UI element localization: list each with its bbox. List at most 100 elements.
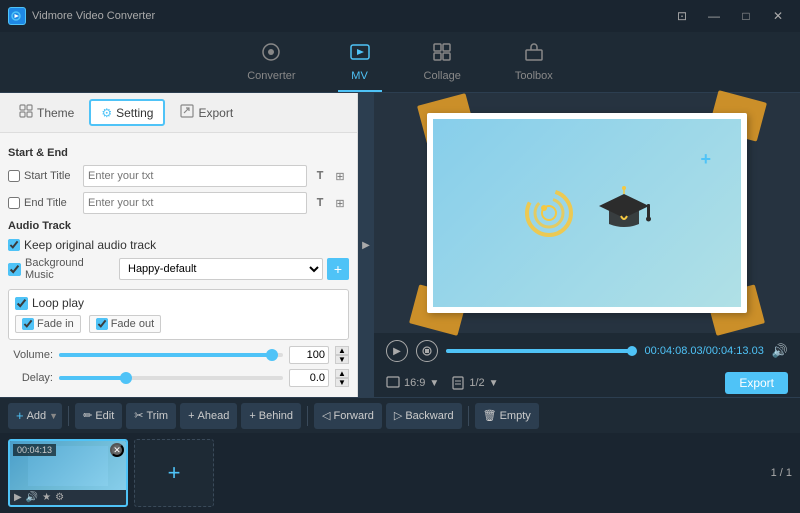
maximize-btn[interactable]: □ [732, 5, 760, 27]
page-btn[interactable]: 1/2 ▼ [451, 376, 498, 390]
progress-bar[interactable] [446, 349, 637, 353]
end-title-grid-icon[interactable]: ⊞ [331, 194, 349, 212]
message-btn[interactable]: ⊡ [668, 5, 696, 27]
minimize-btn[interactable]: — [700, 5, 728, 27]
play-btn[interactable]: ▶ [386, 340, 408, 362]
toolbox-icon [524, 42, 544, 67]
loop-play-label: Loop play [32, 296, 84, 310]
volume-row: Volume: ▲ ▼ [8, 346, 349, 364]
start-title-input[interactable] [83, 165, 307, 187]
volume-up-btn[interactable]: ▲ [335, 346, 349, 355]
clip-audio-icon[interactable]: 🔊 [26, 492, 38, 503]
subtab-export-label: Export [198, 106, 233, 120]
backward-btn[interactable]: ▷ Backward [386, 403, 462, 429]
stop-btn[interactable] [416, 340, 438, 362]
add-btn-toolbar[interactable]: + Add ▼ [8, 403, 62, 429]
ahead-btn[interactable]: + Ahead [180, 403, 237, 429]
mv-icon [350, 42, 370, 67]
fade-out-label: Fade out [111, 318, 154, 330]
behind-icon: + [249, 410, 255, 422]
trim-btn[interactable]: ✂ Trim [126, 403, 176, 429]
delay-slider[interactable] [59, 376, 283, 380]
bg-music-checkbox[interactable] [8, 263, 21, 276]
clip-play-icon[interactable]: ▶ [14, 492, 22, 503]
time-display: 00:04:08.03/00:04:13.03 [645, 345, 764, 357]
bg-music-row: Background Music Happy-default + [8, 257, 349, 281]
tab-converter-label: Converter [247, 70, 295, 82]
player-bar: ▶ 00:04:08.03/00:04:13.03 🔊 [374, 333, 800, 369]
main-area: Theme ⚙ Setting Export Start & End Start… [0, 93, 800, 397]
fade-out-checkbox[interactable] [96, 318, 108, 330]
progress-fill [446, 349, 633, 353]
tab-mv[interactable]: MV [338, 38, 382, 92]
aspect-ratio-btn[interactable]: 16:9 ▼ [386, 376, 439, 390]
end-title-checkbox[interactable] [8, 197, 20, 209]
volume-slider[interactable] [59, 353, 283, 357]
plus-overlay-icon: + [700, 149, 711, 170]
title-bar-controls: ⊡ — □ ✕ [668, 5, 792, 27]
keep-original-checkbox[interactable] [8, 239, 20, 251]
start-title-row: Start Title 𝐓 ⊞ [8, 165, 349, 187]
converter-icon [261, 42, 281, 67]
tab-toolbox[interactable]: Toolbox [503, 38, 565, 92]
subtab-export[interactable]: Export [169, 99, 244, 126]
edit-label: Edit [95, 410, 114, 422]
end-title-text-icon[interactable]: 𝐓 [311, 194, 329, 212]
fade-in-checkbox[interactable] [22, 318, 34, 330]
add-music-btn[interactable]: + [327, 258, 349, 280]
tab-toolbox-label: Toolbox [515, 70, 553, 82]
empty-label: Empty [500, 410, 531, 422]
edit-btn[interactable]: ✏ Edit [75, 403, 122, 429]
forward-icon: ◁ [322, 409, 330, 422]
end-title-row: End Title 𝐓 ⊞ [8, 192, 349, 214]
progress-thumb [627, 346, 637, 356]
delay-down-btn[interactable]: ▼ [335, 378, 349, 387]
behind-label: Behind [259, 410, 293, 422]
export-button[interactable]: Export [725, 372, 788, 394]
left-panel: Theme ⚙ Setting Export Start & End Start… [0, 93, 358, 397]
end-title-input[interactable] [83, 192, 307, 214]
volume-label: Volume: [8, 349, 53, 361]
volume-icon[interactable]: 🔊 [772, 343, 788, 359]
clip-settings-icon[interactable]: ⚙ [55, 492, 64, 503]
aspect-dropdown-icon: ▼ [429, 378, 439, 389]
vidmore-logo-icon [522, 186, 577, 241]
clip-bottom-icons: ▶ 🔊 ★ ⚙ [10, 490, 126, 505]
tab-converter[interactable]: Converter [235, 38, 307, 92]
clip-close-btn[interactable]: ✕ [110, 443, 124, 457]
delay-thumb[interactable] [120, 372, 132, 384]
subtab-setting[interactable]: ⚙ Setting [89, 99, 165, 126]
subtab-theme[interactable]: Theme [8, 99, 85, 126]
forward-btn[interactable]: ◁ Forward [314, 403, 382, 429]
theme-icon [19, 104, 33, 121]
delay-up-btn[interactable]: ▲ [335, 369, 349, 378]
volume-down-btn[interactable]: ▼ [335, 355, 349, 364]
backward-label: Backward [405, 410, 453, 422]
behind-btn[interactable]: + Behind [241, 403, 301, 429]
delay-value[interactable] [289, 369, 329, 387]
add-clip-btn[interactable]: + [134, 439, 214, 507]
start-title-text-icon[interactable]: 𝐓 [311, 167, 329, 185]
panel-expand-btn[interactable]: ▶ [358, 93, 374, 397]
timeline-clip[interactable]: 00:04:13 ✕ ▶ 🔊 ★ ⚙ [8, 439, 128, 507]
loop-play-checkbox[interactable] [15, 297, 28, 310]
clip-star-icon[interactable]: ★ [42, 492, 51, 503]
add-plus-icon: + [16, 408, 24, 423]
volume-thumb[interactable] [266, 349, 278, 361]
loop-fade-box: Loop play Fade in Fade out [8, 289, 349, 340]
fade-in-item: Fade in [15, 315, 81, 333]
close-btn[interactable]: ✕ [764, 5, 792, 27]
volume-value[interactable] [289, 346, 329, 364]
start-title-checkbox[interactable] [8, 170, 20, 182]
app-title: Vidmore Video Converter [32, 10, 155, 22]
backward-icon: ▷ [394, 409, 402, 422]
start-title-grid-icon[interactable]: ⊞ [331, 167, 349, 185]
empty-btn[interactable]: 🗑 Empty [475, 403, 539, 429]
subtab-setting-label: Setting [116, 106, 153, 120]
video-frame: + [427, 113, 747, 313]
end-title-icons: 𝐓 ⊞ [311, 194, 349, 212]
tab-collage[interactable]: Collage [412, 38, 473, 92]
bg-music-select[interactable]: Happy-default [119, 258, 323, 280]
app-logo [8, 7, 26, 25]
delay-value-box [289, 369, 329, 387]
